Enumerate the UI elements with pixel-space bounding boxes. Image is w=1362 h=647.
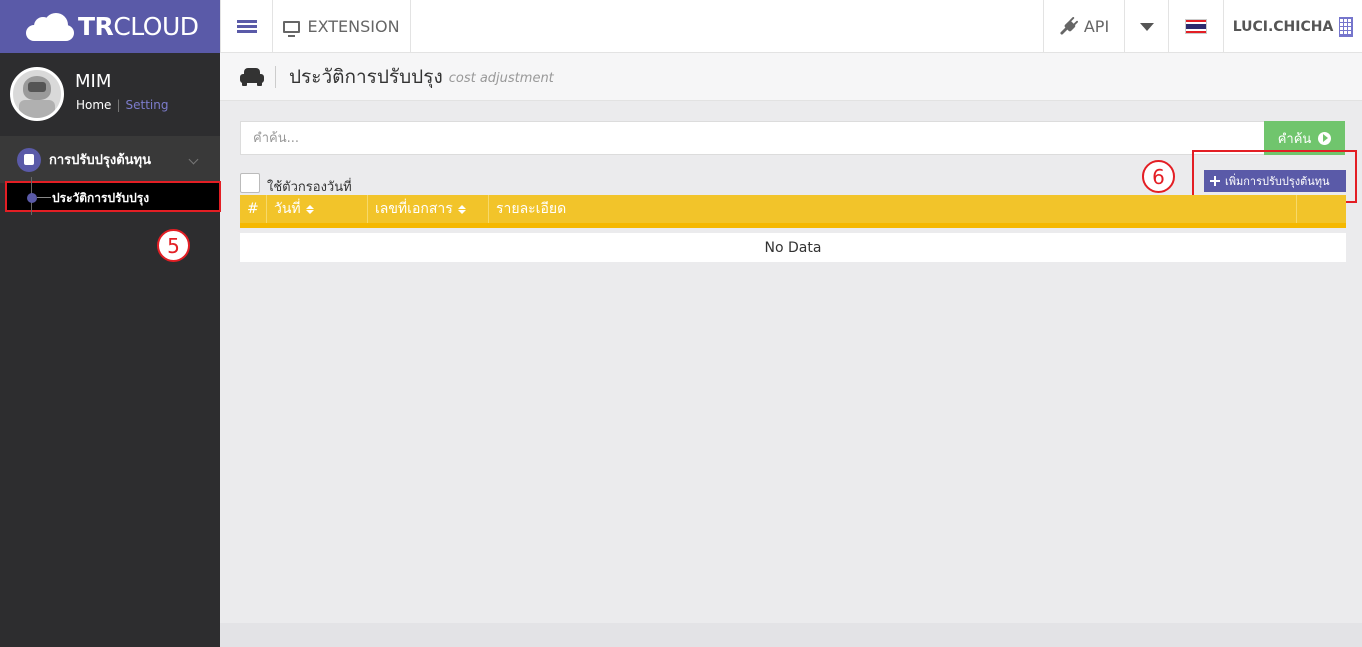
- caret-down-icon: [1139, 22, 1154, 31]
- sidebar-group-label: การปรับปรุงต้นทุน: [49, 153, 152, 168]
- column-header-actions: [1297, 195, 1346, 223]
- plus-icon: [1210, 176, 1220, 186]
- cloud-icon: [26, 12, 74, 41]
- hamburger-icon: [236, 18, 257, 35]
- brand-logo[interactable]: TRCLOUD: [0, 0, 220, 53]
- user-name: LUCI.CHICHA: [1232, 18, 1334, 35]
- plug-icon: [1060, 17, 1078, 35]
- add-button-label: เพิ่มการปรับปรุงต้นทุน: [1225, 175, 1330, 188]
- annotation-badge-6: 6: [1142, 160, 1175, 193]
- api-label: API: [1083, 17, 1110, 36]
- top-bar: TRCLOUD EXTENSION API LUCI.CHICHA: [0, 0, 1362, 53]
- search-button-label: คำค้น: [1277, 131, 1312, 147]
- page-header: ประวัติการปรับปรุง cost adjustment: [220, 53, 1362, 101]
- bullet-icon: [27, 193, 37, 203]
- thai-flag-icon: [1185, 19, 1207, 34]
- setting-link[interactable]: Setting: [125, 98, 168, 112]
- footer: [220, 623, 1362, 647]
- api-button[interactable]: API: [1043, 0, 1124, 53]
- monitor-icon: [283, 20, 301, 37]
- chevron-down-icon: [188, 154, 199, 165]
- sidebar-item-label: ประวัติการปรับปรุง: [52, 191, 150, 205]
- search-input[interactable]: [240, 121, 1265, 155]
- annotation-badge-5: 5: [157, 229, 190, 262]
- menu-toggle-button[interactable]: [220, 0, 272, 53]
- car-icon: [240, 67, 264, 86]
- date-filter-checkbox[interactable]: [240, 173, 260, 193]
- link-separator: |: [116, 98, 121, 112]
- date-filter-label: ใช้ตัวกรองวันที่: [267, 180, 352, 195]
- sort-icon: [305, 204, 314, 214]
- extension-label: EXTENSION: [307, 17, 400, 36]
- user-menu[interactable]: LUCI.CHICHA: [1223, 0, 1362, 53]
- bus-icon: [17, 147, 41, 172]
- brand-name: TRCLOUD: [78, 12, 199, 41]
- sort-icon: [457, 204, 466, 214]
- profile-panel: MIM Home | Setting: [0, 53, 220, 136]
- avatar[interactable]: [10, 67, 64, 121]
- building-icon: [1339, 16, 1354, 37]
- add-cost-adjustment-button[interactable]: เพิ่มการปรับปรุงต้นทุน: [1204, 170, 1346, 192]
- table-empty-row: No Data: [240, 233, 1346, 262]
- home-link[interactable]: Home: [76, 98, 111, 112]
- profile-links: Home | Setting: [76, 98, 168, 112]
- column-header-doc-number[interactable]: เลขที่เอกสาร: [368, 195, 489, 223]
- column-header-details: รายละเอียด: [489, 195, 1297, 223]
- sidebar-item-adjustment-history[interactable]: ประวัติการปรับปรุง: [5, 177, 221, 215]
- arrow-circle-right-icon: [1318, 131, 1332, 145]
- column-header-date[interactable]: วันที่: [267, 195, 368, 223]
- language-selector[interactable]: [1168, 0, 1223, 53]
- column-header-index: #: [240, 195, 267, 223]
- profile-name: MIM: [75, 71, 112, 92]
- dropdown-toggle[interactable]: [1124, 0, 1168, 53]
- page-title: ประวัติการปรับปรุง: [289, 65, 443, 88]
- table-header: # วันที่ เลขที่เอกสาร รายละเอียด: [240, 195, 1346, 228]
- sidebar: MIM Home | Setting การปรับปรุงต้นทุน ประวั…: [0, 53, 221, 647]
- extension-button[interactable]: EXTENSION: [272, 0, 411, 53]
- sidebar-group-cost-adjustment[interactable]: การปรับปรุงต้นทุน: [0, 136, 220, 183]
- page-subtitle: cost adjustment: [448, 71, 554, 86]
